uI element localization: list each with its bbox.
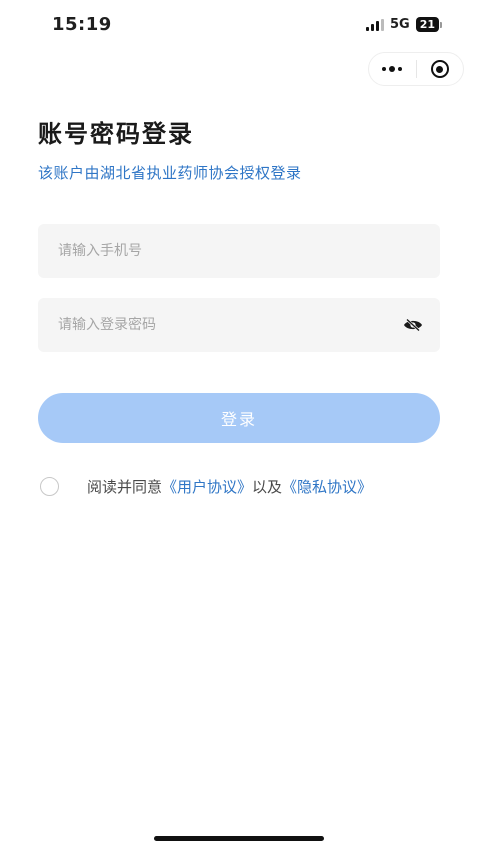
password-visibility-toggle[interactable]	[396, 308, 430, 342]
phone-field	[38, 224, 440, 278]
authorization-subtitle: 该账户由湖北省执业药师协会授权登录	[38, 164, 302, 182]
more-dots-icon	[382, 66, 403, 72]
login-button[interactable]: 登录	[38, 393, 440, 443]
status-indicators: 5G 21	[365, 17, 442, 32]
battery-icon: 21	[415, 17, 442, 32]
privacy-agreement-link[interactable]: 《隐私协议》	[282, 476, 372, 497]
password-input[interactable]	[38, 298, 396, 352]
user-agreement-link[interactable]: 《用户协议》	[162, 476, 252, 497]
eye-off-icon	[404, 318, 422, 332]
password-field	[38, 298, 440, 352]
network-type: 5G	[389, 17, 410, 32]
battery-level: 21	[415, 17, 439, 32]
more-button[interactable]	[369, 53, 416, 85]
page-title: 账号密码登录	[38, 120, 194, 148]
agreement-row: 阅读并同意 《用户协议》 以及 《隐私协议》	[40, 474, 372, 498]
signal-icon	[365, 18, 384, 31]
status-time: 15:19	[52, 14, 112, 35]
agreement-prefix: 阅读并同意	[87, 477, 163, 496]
home-indicator	[154, 836, 324, 841]
miniprogram-capsule	[368, 52, 464, 86]
phone-input[interactable]	[38, 224, 440, 278]
agreement-connector: 以及	[252, 477, 283, 496]
agreement-radio[interactable]	[40, 476, 59, 496]
target-icon	[430, 60, 449, 78]
close-button[interactable]	[417, 53, 464, 85]
status-bar: 15:19 5G 21	[0, 0, 478, 50]
